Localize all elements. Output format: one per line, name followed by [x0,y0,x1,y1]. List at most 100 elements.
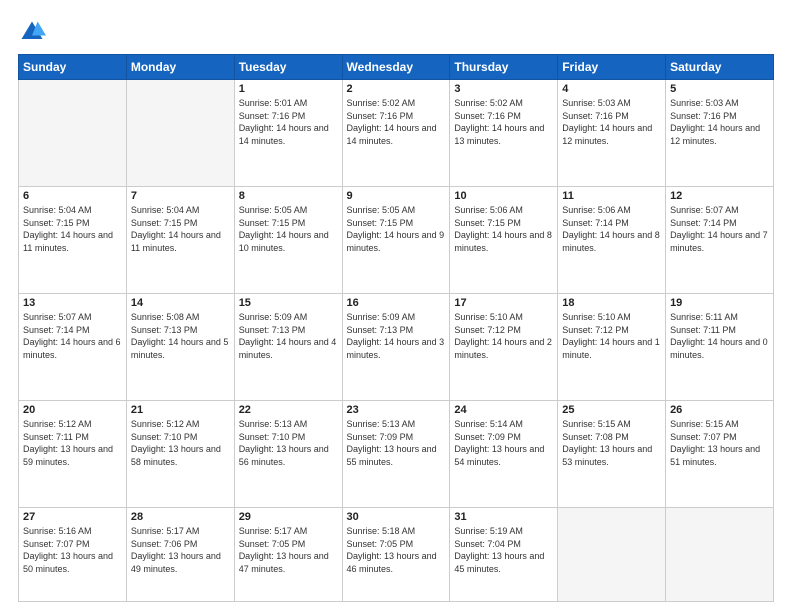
day-cell: 1 Sunrise: 5:01 AM Sunset: 7:16 PM Dayli… [234,80,342,187]
day-cell: 2 Sunrise: 5:02 AM Sunset: 7:16 PM Dayli… [342,80,450,187]
day-number: 4 [562,83,661,95]
day-info: Sunrise: 5:05 AM Sunset: 7:15 PM Dayligh… [239,204,338,254]
day-number: 9 [347,190,446,202]
day-number: 29 [239,511,338,523]
day-number: 12 [670,190,769,202]
day-number: 27 [23,511,122,523]
day-number: 17 [454,297,553,309]
day-number: 1 [239,83,338,95]
day-cell: 22 Sunrise: 5:13 AM Sunset: 7:10 PM Dayl… [234,401,342,508]
day-cell: 30 Sunrise: 5:18 AM Sunset: 7:05 PM Dayl… [342,508,450,602]
logo-icon [18,18,46,46]
day-number: 19 [670,297,769,309]
week-row-1: 1 Sunrise: 5:01 AM Sunset: 7:16 PM Dayli… [19,80,774,187]
day-info: Sunrise: 5:10 AM Sunset: 7:12 PM Dayligh… [562,311,661,361]
day-info: Sunrise: 5:03 AM Sunset: 7:16 PM Dayligh… [670,97,769,147]
week-row-2: 6 Sunrise: 5:04 AM Sunset: 7:15 PM Dayli… [19,187,774,294]
day-cell: 19 Sunrise: 5:11 AM Sunset: 7:11 PM Dayl… [666,294,774,401]
day-number: 14 [131,297,230,309]
day-number: 21 [131,404,230,416]
day-number: 31 [454,511,553,523]
day-cell: 15 Sunrise: 5:09 AM Sunset: 7:13 PM Dayl… [234,294,342,401]
day-cell [666,508,774,602]
week-row-4: 20 Sunrise: 5:12 AM Sunset: 7:11 PM Dayl… [19,401,774,508]
day-cell: 6 Sunrise: 5:04 AM Sunset: 7:15 PM Dayli… [19,187,127,294]
day-cell: 16 Sunrise: 5:09 AM Sunset: 7:13 PM Dayl… [342,294,450,401]
calendar: SundayMondayTuesdayWednesdayThursdayFrid… [18,54,774,602]
day-cell: 20 Sunrise: 5:12 AM Sunset: 7:11 PM Dayl… [19,401,127,508]
day-cell: 18 Sunrise: 5:10 AM Sunset: 7:12 PM Dayl… [558,294,666,401]
day-number: 22 [239,404,338,416]
day-cell: 24 Sunrise: 5:14 AM Sunset: 7:09 PM Dayl… [450,401,558,508]
day-info: Sunrise: 5:05 AM Sunset: 7:15 PM Dayligh… [347,204,446,254]
day-number: 11 [562,190,661,202]
day-info: Sunrise: 5:06 AM Sunset: 7:14 PM Dayligh… [562,204,661,254]
day-cell [126,80,234,187]
day-number: 10 [454,190,553,202]
logo [18,18,50,46]
weekday-header-row: SundayMondayTuesdayWednesdayThursdayFrid… [19,55,774,80]
day-info: Sunrise: 5:15 AM Sunset: 7:07 PM Dayligh… [670,418,769,468]
day-info: Sunrise: 5:07 AM Sunset: 7:14 PM Dayligh… [670,204,769,254]
day-number: 23 [347,404,446,416]
weekday-saturday: Saturday [666,55,774,80]
day-info: Sunrise: 5:18 AM Sunset: 7:05 PM Dayligh… [347,525,446,575]
week-row-5: 27 Sunrise: 5:16 AM Sunset: 7:07 PM Dayl… [19,508,774,602]
weekday-wednesday: Wednesday [342,55,450,80]
day-number: 18 [562,297,661,309]
day-info: Sunrise: 5:02 AM Sunset: 7:16 PM Dayligh… [347,97,446,147]
day-cell: 5 Sunrise: 5:03 AM Sunset: 7:16 PM Dayli… [666,80,774,187]
day-number: 5 [670,83,769,95]
day-info: Sunrise: 5:11 AM Sunset: 7:11 PM Dayligh… [670,311,769,361]
day-cell: 13 Sunrise: 5:07 AM Sunset: 7:14 PM Dayl… [19,294,127,401]
day-cell: 17 Sunrise: 5:10 AM Sunset: 7:12 PM Dayl… [450,294,558,401]
day-info: Sunrise: 5:06 AM Sunset: 7:15 PM Dayligh… [454,204,553,254]
day-info: Sunrise: 5:17 AM Sunset: 7:06 PM Dayligh… [131,525,230,575]
day-cell: 26 Sunrise: 5:15 AM Sunset: 7:07 PM Dayl… [666,401,774,508]
day-cell: 12 Sunrise: 5:07 AM Sunset: 7:14 PM Dayl… [666,187,774,294]
day-info: Sunrise: 5:17 AM Sunset: 7:05 PM Dayligh… [239,525,338,575]
day-cell: 7 Sunrise: 5:04 AM Sunset: 7:15 PM Dayli… [126,187,234,294]
day-number: 25 [562,404,661,416]
day-info: Sunrise: 5:02 AM Sunset: 7:16 PM Dayligh… [454,97,553,147]
day-number: 13 [23,297,122,309]
day-info: Sunrise: 5:12 AM Sunset: 7:10 PM Dayligh… [131,418,230,468]
day-info: Sunrise: 5:12 AM Sunset: 7:11 PM Dayligh… [23,418,122,468]
day-cell: 9 Sunrise: 5:05 AM Sunset: 7:15 PM Dayli… [342,187,450,294]
day-cell: 8 Sunrise: 5:05 AM Sunset: 7:15 PM Dayli… [234,187,342,294]
day-number: 2 [347,83,446,95]
day-info: Sunrise: 5:09 AM Sunset: 7:13 PM Dayligh… [347,311,446,361]
day-cell: 11 Sunrise: 5:06 AM Sunset: 7:14 PM Dayl… [558,187,666,294]
day-cell: 25 Sunrise: 5:15 AM Sunset: 7:08 PM Dayl… [558,401,666,508]
day-number: 15 [239,297,338,309]
day-number: 30 [347,511,446,523]
day-number: 28 [131,511,230,523]
day-info: Sunrise: 5:03 AM Sunset: 7:16 PM Dayligh… [562,97,661,147]
day-number: 20 [23,404,122,416]
day-cell: 29 Sunrise: 5:17 AM Sunset: 7:05 PM Dayl… [234,508,342,602]
day-info: Sunrise: 5:13 AM Sunset: 7:10 PM Dayligh… [239,418,338,468]
day-cell [19,80,127,187]
day-cell: 3 Sunrise: 5:02 AM Sunset: 7:16 PM Dayli… [450,80,558,187]
day-number: 26 [670,404,769,416]
day-info: Sunrise: 5:08 AM Sunset: 7:13 PM Dayligh… [131,311,230,361]
day-info: Sunrise: 5:04 AM Sunset: 7:15 PM Dayligh… [23,204,122,254]
day-info: Sunrise: 5:04 AM Sunset: 7:15 PM Dayligh… [131,204,230,254]
weekday-sunday: Sunday [19,55,127,80]
page: SundayMondayTuesdayWednesdayThursdayFrid… [0,0,792,612]
weekday-monday: Monday [126,55,234,80]
day-number: 7 [131,190,230,202]
day-info: Sunrise: 5:14 AM Sunset: 7:09 PM Dayligh… [454,418,553,468]
day-cell: 27 Sunrise: 5:16 AM Sunset: 7:07 PM Dayl… [19,508,127,602]
day-cell: 31 Sunrise: 5:19 AM Sunset: 7:04 PM Dayl… [450,508,558,602]
day-number: 24 [454,404,553,416]
day-cell: 28 Sunrise: 5:17 AM Sunset: 7:06 PM Dayl… [126,508,234,602]
day-number: 3 [454,83,553,95]
day-info: Sunrise: 5:07 AM Sunset: 7:14 PM Dayligh… [23,311,122,361]
weekday-friday: Friday [558,55,666,80]
day-info: Sunrise: 5:10 AM Sunset: 7:12 PM Dayligh… [454,311,553,361]
header [18,18,774,46]
day-number: 8 [239,190,338,202]
day-info: Sunrise: 5:01 AM Sunset: 7:16 PM Dayligh… [239,97,338,147]
day-cell [558,508,666,602]
